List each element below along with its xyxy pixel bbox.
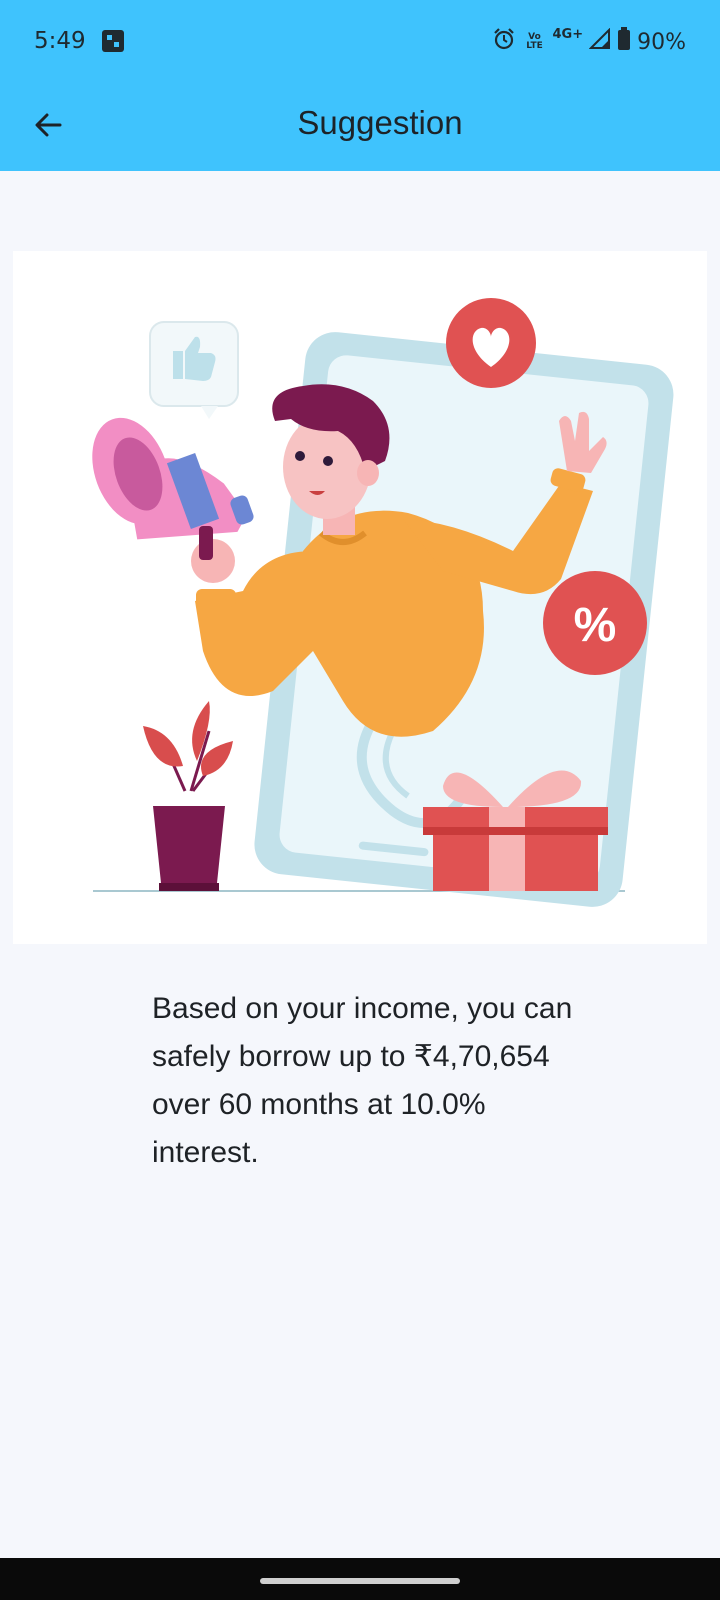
thumbs-up-illustration xyxy=(149,321,239,419)
volte-indicator: Vo LTE xyxy=(526,32,543,51)
suggestion-message: Based on your income, you can safely bor… xyxy=(152,992,573,1169)
status-bar: 5:49 Vo LTE 4G+ 90% xyxy=(0,0,720,84)
svg-text:%: % xyxy=(574,599,617,652)
app-bar: Suggestion xyxy=(0,84,720,171)
illustration-card: % xyxy=(13,251,707,944)
notification-icon xyxy=(101,29,125,57)
status-time: 5:49 xyxy=(34,28,86,54)
heart-badge-illustration xyxy=(446,298,536,388)
system-nav-bar xyxy=(0,1558,720,1600)
signal-icon xyxy=(588,27,611,56)
status-icons: Vo LTE 4G+ 90% xyxy=(492,27,686,57)
plant-illustration xyxy=(143,701,233,891)
home-gesture-handle[interactable] xyxy=(260,1578,460,1584)
alarm-icon xyxy=(492,27,516,57)
network-type: 4G+ xyxy=(552,26,584,42)
percent-badge-illustration: % xyxy=(543,571,647,675)
megaphone-illustration xyxy=(92,417,254,560)
promo-illustration: % xyxy=(92,298,674,907)
battery-percent: 90% xyxy=(637,29,686,55)
page-title: Suggestion xyxy=(297,104,463,141)
battery-icon xyxy=(617,27,631,57)
